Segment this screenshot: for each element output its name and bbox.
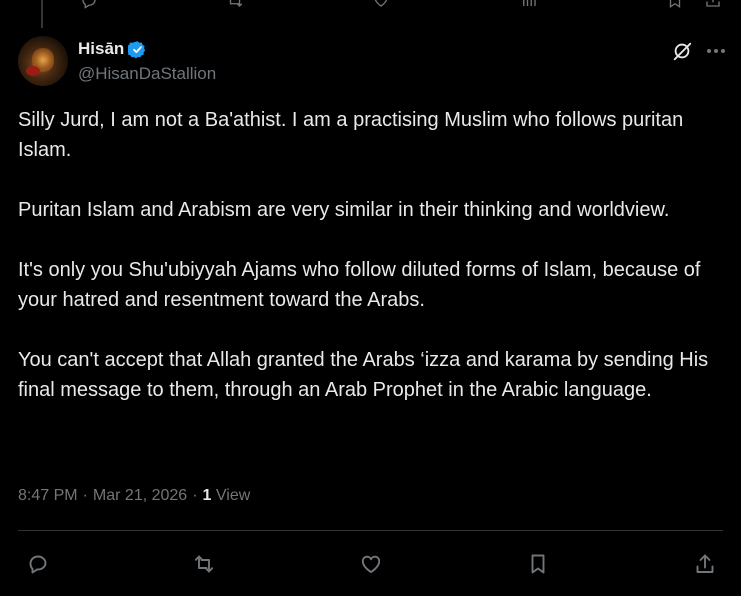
prev-reply-icon[interactable]: [80, 0, 98, 9]
author-names: Hisān @HisanDaStallion: [78, 38, 216, 84]
prev-like-icon[interactable]: [372, 0, 390, 9]
post-paragraph: Silly Jurd, I am not a Ba'athist. I am a…: [18, 109, 684, 161]
post-metadata: 8:47 PM · Mar 21, 2026 · 1 View: [18, 487, 250, 505]
post-date[interactable]: Mar 21, 2026: [93, 487, 187, 505]
prev-bookmark-icon[interactable]: [666, 0, 684, 9]
avatar[interactable]: [18, 36, 68, 86]
verified-badge-icon[interactable]: [128, 40, 147, 59]
views-count: 1: [202, 487, 212, 504]
like-icon: [361, 555, 381, 573]
share-icon: [696, 554, 714, 573]
post-paragraph: You can't accept that Allah granted the …: [18, 349, 709, 401]
prev-share-icon[interactable]: [704, 0, 722, 9]
post-time[interactable]: 8:47 PM: [18, 487, 78, 505]
meta-separator: ·: [82, 487, 88, 504]
repost-button[interactable]: [191, 551, 217, 577]
prev-repost-icon[interactable]: [226, 0, 244, 9]
share-button[interactable]: [692, 551, 718, 577]
header-actions: [671, 40, 725, 62]
previous-post-actions: [0, 0, 741, 10]
views-stat[interactable]: 1 View: [203, 487, 251, 505]
post-header: Hisān @HisanDaStallion: [18, 36, 725, 88]
post-paragraph: It's only you Shu'ubiyyah Ajams who foll…: [18, 259, 701, 311]
reply-icon: [29, 555, 47, 574]
reply-button[interactable]: [25, 551, 51, 577]
views-label: View: [215, 487, 251, 504]
like-button[interactable]: [358, 551, 384, 577]
post-action-bar: [0, 546, 741, 580]
bookmark-button[interactable]: [525, 551, 551, 577]
repost-icon: [194, 555, 214, 573]
grok-icon[interactable]: [671, 40, 693, 62]
post-paragraph: Puritan Islam and Arabism are very simil…: [18, 199, 670, 221]
author-display-name[interactable]: Hisān: [78, 39, 124, 59]
author-handle[interactable]: @HisanDaStallion: [78, 64, 216, 84]
divider: [18, 530, 723, 531]
bookmark-icon: [531, 554, 545, 574]
post-text: Silly Jurd, I am not a Ba'athist. I am a…: [18, 105, 718, 405]
more-icon[interactable]: [707, 40, 725, 62]
prev-views-icon[interactable]: [520, 0, 538, 9]
meta-separator: ·: [192, 487, 198, 504]
